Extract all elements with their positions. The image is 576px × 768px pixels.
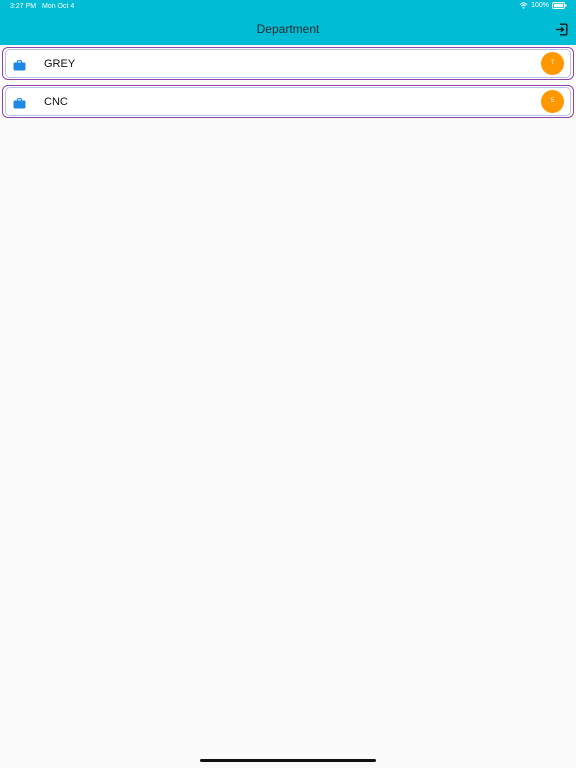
header: 3:27 PM Mon Oct 4 100% Department xyxy=(0,0,576,45)
logout-icon xyxy=(556,23,568,36)
department-row-cnc[interactable]: CNC 5 xyxy=(2,85,574,118)
battery-percent: 100% xyxy=(531,2,549,9)
department-screen: 3:27 PM Mon Oct 4 100% Department GREY 7… xyxy=(0,0,576,768)
app-bar: Department xyxy=(0,14,576,45)
department-name: GREY xyxy=(44,58,76,70)
wifi-icon xyxy=(519,2,528,9)
count-badge: 5 xyxy=(541,90,564,113)
briefcase-icon xyxy=(13,96,26,109)
count-badge: 7 xyxy=(541,52,564,75)
briefcase-icon xyxy=(13,58,26,71)
page-title: Department xyxy=(256,22,320,36)
status-date: Mon Oct 4 xyxy=(42,3,75,10)
status-bar: 3:27 PM Mon Oct 4 100% xyxy=(0,0,576,14)
home-indicator[interactable] xyxy=(200,759,376,762)
logout-button[interactable] xyxy=(555,23,568,36)
department-name: CNC xyxy=(44,96,68,108)
department-row-grey[interactable]: GREY 7 xyxy=(2,47,574,80)
battery-icon xyxy=(552,2,567,9)
department-list: GREY 7 CNC 5 xyxy=(2,47,574,123)
status-time: 3:27 PM xyxy=(10,3,37,10)
status-indicators: 100% xyxy=(519,2,567,9)
